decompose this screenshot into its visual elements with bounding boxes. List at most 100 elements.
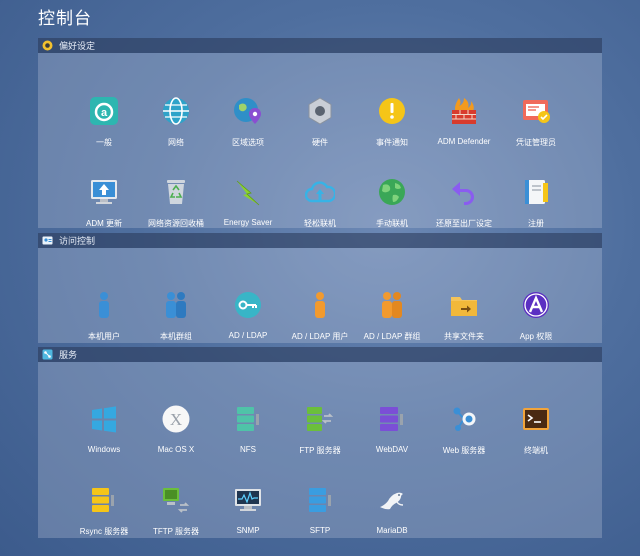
control-item-app-permissions[interactable]: App 权限	[496, 287, 576, 342]
shared-folder-icon	[446, 287, 482, 323]
item-label: Windows	[87, 445, 121, 454]
lightning-icon	[230, 174, 266, 210]
control-item-manual-connect[interactable]: 手动联机	[352, 174, 432, 229]
item-label: App 权限	[519, 332, 553, 341]
notification-icon	[374, 93, 410, 129]
control-item-register[interactable]: 注册	[496, 174, 576, 229]
item-label: SNMP	[236, 526, 260, 535]
webdav-server-icon	[374, 401, 410, 437]
control-item-shared-folders[interactable]: 共享文件夹	[424, 287, 504, 342]
tftp-server-icon	[158, 482, 194, 518]
item-label: 本机用户	[88, 332, 120, 341]
control-item-mariadb[interactable]: MariaDB	[352, 482, 432, 535]
control-item-local-users[interactable]: 本机用户	[64, 287, 144, 342]
svg-text:a: a	[101, 107, 108, 119]
item-label: 还原至出厂设定	[436, 219, 492, 228]
key-icon	[230, 287, 266, 323]
item-label: NFS	[240, 445, 256, 454]
section-access-control: 访问控制 本机用户 本机群组 AD / LDAP AD / LDAP 用户 AD…	[38, 233, 602, 343]
item-label: AD / LDAP 用户	[291, 332, 349, 341]
item-label: 终端机	[524, 446, 548, 455]
control-item-ldap-users[interactable]: AD / LDAP 用户	[280, 287, 360, 342]
item-label: MariaDB	[376, 526, 408, 535]
control-item-factory-reset[interactable]: 还原至出厂设定	[424, 174, 504, 229]
item-label: 硬件	[312, 138, 328, 147]
local-user-icon	[86, 287, 122, 323]
control-item-terminal[interactable]: 终端机	[496, 401, 576, 456]
item-label: 事件通知	[376, 138, 408, 147]
section-title: 访问控制	[59, 236, 96, 246]
section-title: 服务	[59, 350, 78, 360]
control-item-mac-os-x[interactable]: X Mac OS X	[136, 401, 216, 454]
control-item-hardware[interactable]: 硬件	[280, 93, 360, 148]
item-label: ADM 更新	[86, 219, 122, 228]
control-item-snmp[interactable]: SNMP	[208, 482, 288, 535]
control-item-web-server[interactable]: Web 服务器	[424, 401, 504, 456]
item-label: TFTP 服务器	[152, 527, 200, 536]
control-item-adm-update[interactable]: ADM 更新	[64, 174, 144, 229]
update-monitor-icon	[86, 174, 122, 210]
item-label: Web 服务器	[442, 446, 486, 455]
item-label: WebDAV	[375, 445, 409, 454]
section-services: 服务 Windows X Mac OS X NFS FTP 服务器 WebDAV…	[38, 347, 602, 538]
firewall-icon	[446, 93, 482, 129]
preferences-gear-icon	[42, 40, 53, 51]
item-label: 一般	[96, 138, 112, 147]
terminal-icon	[518, 401, 554, 437]
item-label: 本机群组	[160, 332, 192, 341]
sftp-server-icon	[302, 482, 338, 518]
section-header-services: 服务	[38, 347, 602, 362]
item-label: 共享文件夹	[444, 332, 484, 341]
control-item-energy-saver[interactable]: Energy Saver	[208, 174, 288, 227]
undo-arrow-icon	[446, 174, 482, 210]
item-label: 轻松联机	[304, 219, 336, 228]
control-item-ad-ldap[interactable]: AD / LDAP	[208, 287, 288, 340]
control-item-region[interactable]: 区域选项	[208, 93, 288, 148]
ftp-server-icon	[302, 401, 338, 437]
control-item-certificate-manager[interactable]: 凭证管理员	[496, 93, 576, 148]
item-label: AD / LDAP 群组	[363, 332, 421, 341]
control-item-ldap-groups[interactable]: AD / LDAP 群组	[352, 287, 432, 342]
item-label: 注册	[528, 219, 544, 228]
control-item-notification[interactable]: 事件通知	[352, 93, 432, 148]
windows-logo-icon	[86, 401, 122, 437]
item-label: ADM Defender	[437, 137, 491, 146]
cloud-upload-icon	[302, 174, 338, 210]
item-label: 网络资源回收桶	[148, 219, 204, 228]
rsync-server-icon	[86, 482, 122, 518]
item-label: SFTP	[309, 526, 331, 535]
snmp-monitor-icon	[230, 482, 266, 518]
control-item-tftp-server[interactable]: TFTP 服务器	[136, 482, 216, 537]
manual-connect-globe-icon	[374, 174, 410, 210]
control-item-rsync-server[interactable]: Rsync 服务器	[64, 482, 144, 537]
region-globe-pin-icon	[230, 93, 266, 129]
section-header-access-control: 访问控制	[38, 233, 602, 248]
general-icon: a	[86, 93, 122, 129]
web-server-icon	[446, 401, 482, 437]
control-item-ftp-server[interactable]: FTP 服务器	[280, 401, 360, 456]
page-title: 控制台	[38, 9, 92, 28]
control-item-network[interactable]: 网络	[136, 93, 216, 148]
item-label: 凭证管理员	[516, 138, 556, 147]
item-label: Mac OS X	[157, 445, 195, 454]
app-permission-icon	[518, 287, 554, 323]
recycle-bin-icon	[158, 174, 194, 210]
item-label: FTP 服务器	[299, 446, 341, 455]
svg-text:X: X	[170, 410, 182, 429]
control-item-local-groups[interactable]: 本机群组	[136, 287, 216, 342]
control-item-general[interactable]: a 一般	[64, 93, 144, 148]
ldap-user-icon	[302, 287, 338, 323]
hardware-nut-icon	[302, 93, 338, 129]
mariadb-seal-icon	[374, 482, 410, 518]
control-item-sftp[interactable]: SFTP	[280, 482, 360, 535]
control-item-recycle-bin[interactable]: 网络资源回收桶	[136, 174, 216, 229]
item-label: Rsync 服务器	[79, 527, 129, 536]
control-item-windows[interactable]: Windows	[64, 401, 144, 454]
item-label: 网络	[168, 138, 184, 147]
mac-os-x-icon: X	[158, 401, 194, 437]
control-item-webdav[interactable]: WebDAV	[352, 401, 432, 454]
section-title: 偏好设定	[59, 41, 96, 51]
control-item-adm-defender[interactable]: ADM Defender	[424, 93, 504, 146]
control-item-nfs[interactable]: NFS	[208, 401, 288, 454]
control-item-easy-connect[interactable]: 轻松联机	[280, 174, 360, 229]
